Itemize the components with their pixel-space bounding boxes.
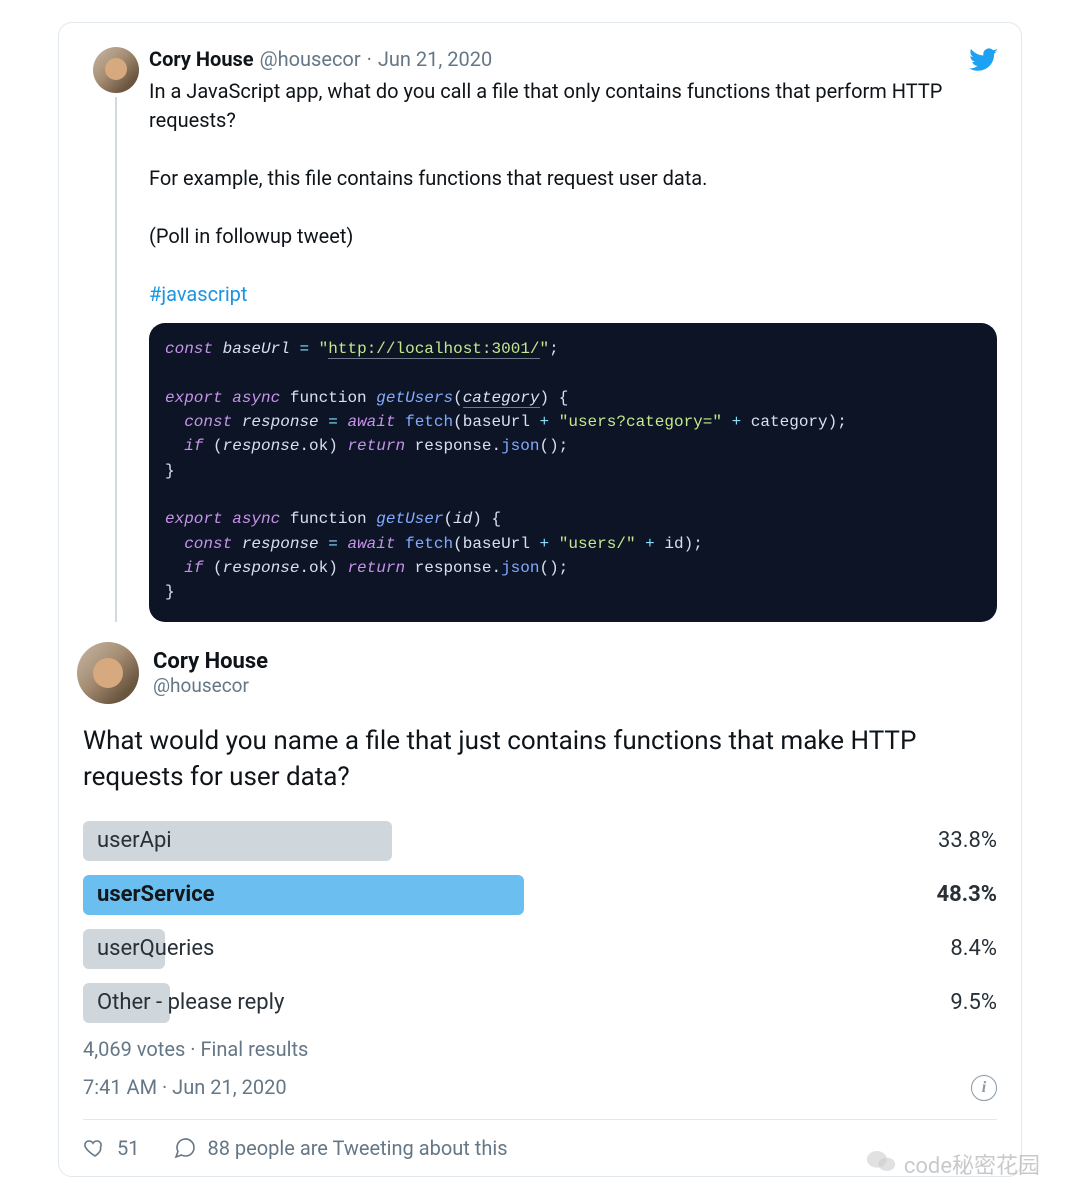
tweet-actions: 51 88 people are Tweeting about this: [83, 1120, 997, 1160]
poll-option-percent: 8.4%: [950, 936, 997, 961]
author-handle[interactable]: @housecor: [260, 47, 361, 71]
hashtag-link[interactable]: #javascript: [149, 282, 247, 306]
poll-option-label: userQueries: [83, 936, 214, 961]
poll-option[interactable]: userQueries 8.4%: [83, 929, 997, 969]
reply-prompt-text: 88 people are Tweeting about this: [207, 1136, 507, 1160]
info-icon[interactable]: i: [971, 1075, 997, 1101]
poll-option-percent: 9.5%: [950, 990, 997, 1015]
tweet-date[interactable]: Jun 21, 2020: [378, 47, 492, 71]
poll-option-label: Other - please reply: [83, 990, 284, 1015]
main-tweet-text: What would you name a file that just con…: [83, 724, 997, 794]
heart-icon: [83, 1136, 107, 1160]
poll-status: Final results: [200, 1037, 308, 1061]
parent-tweet-text: In a JavaScript app, what do you call a …: [149, 77, 997, 309]
poll-option[interactable]: Other - please reply 9.5%: [83, 983, 997, 1023]
separator-dot: ·: [367, 47, 372, 71]
code-image[interactable]: const baseUrl = "http://localhost:3001/"…: [149, 323, 997, 622]
reply-icon: [173, 1136, 197, 1160]
separator-dot: ·: [190, 1037, 200, 1061]
poll-option-percent: 48.3%: [936, 882, 997, 907]
avatar[interactable]: [77, 642, 139, 704]
poll-option-percent: 33.8%: [938, 828, 997, 853]
author-name[interactable]: Cory House: [153, 649, 268, 674]
poll: userApi 33.8% userService 48.3% userQueries 8…: [83, 821, 997, 1023]
tweet-timestamp[interactable]: 7:41 AM · Jun 21, 2020: [83, 1075, 997, 1099]
reply-prompt-action[interactable]: 88 people are Tweeting about this: [173, 1136, 507, 1160]
thread-connector: [115, 97, 117, 622]
poll-option-label: userService: [83, 882, 215, 907]
twitter-logo-icon[interactable]: [969, 45, 999, 79]
avatar[interactable]: [93, 47, 139, 93]
author-handle[interactable]: @housecor: [153, 674, 268, 697]
author-name[interactable]: Cory House: [149, 47, 254, 71]
tweet-card: Cory House @housecor · Jun 21, 2020 In a…: [58, 22, 1022, 1177]
main-tweet: Cory House @housecor What would you name…: [83, 642, 997, 1175]
like-action[interactable]: 51: [83, 1136, 139, 1160]
poll-option[interactable]: userService 48.3%: [83, 875, 997, 915]
poll-meta: 4,069 votes · Final results: [83, 1037, 997, 1061]
poll-votes: 4,069 votes: [83, 1037, 185, 1061]
like-count: 51: [117, 1136, 139, 1160]
poll-option-label: userApi: [83, 828, 172, 853]
parent-tweet-header[interactable]: Cory House @housecor · Jun 21, 2020: [149, 47, 997, 71]
parent-tweet: Cory House @housecor · Jun 21, 2020 In a…: [83, 47, 997, 622]
poll-option[interactable]: userApi 33.8%: [83, 821, 997, 861]
